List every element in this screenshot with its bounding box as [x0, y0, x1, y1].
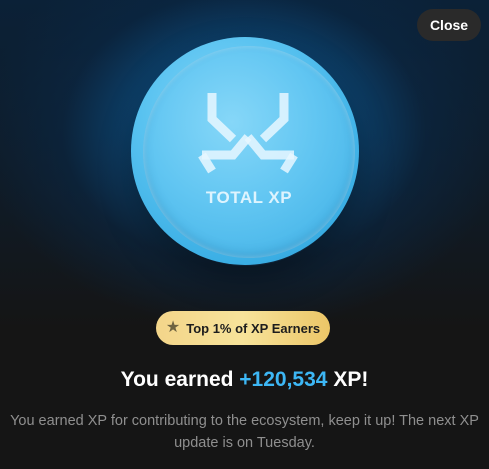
badge-label: Top 1% of XP Earners [186, 320, 321, 336]
close-button[interactable]: Close [417, 9, 481, 41]
headline-suffix: XP! [327, 368, 369, 391]
headline-prefix: You earned [120, 368, 240, 391]
star-icon: ★ [165, 319, 181, 336]
coin-label: TOTAL XP [205, 188, 293, 207]
top-earner-badge: ★ Top 1% of XP Earners [156, 311, 330, 345]
reward-description: You earned XP for contributing to the ec… [10, 413, 479, 451]
total-xp-logo-icon [198, 93, 298, 174]
xp-amount: +120,534 [239, 368, 328, 391]
earned-headline: You earned +120,534 XP! [0, 368, 489, 392]
xp-reward-modal: Close TOTAL XP ★ Top 1% of XP Earners Yo… [0, 0, 489, 469]
